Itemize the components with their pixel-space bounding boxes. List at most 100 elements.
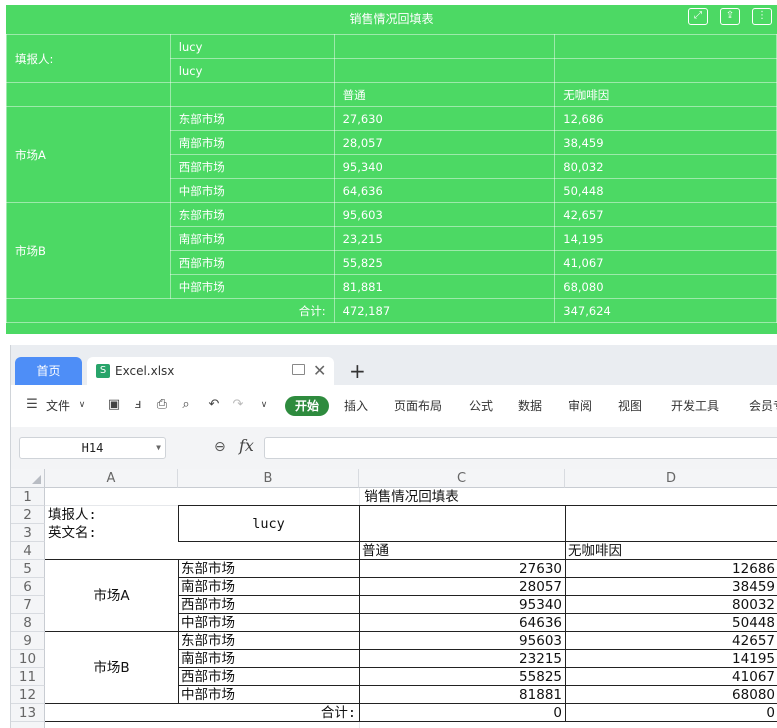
row-header[interactable]: 5: [11, 560, 45, 578]
hamburger-icon[interactable]: ☰: [25, 398, 39, 412]
row-header[interactable]: 12: [11, 686, 45, 704]
cell-market-a[interactable]: 市场A: [45, 587, 178, 605]
menu-file[interactable]: 文件: [46, 385, 70, 427]
row-header[interactable]: 11: [11, 668, 45, 686]
column-header-b[interactable]: B: [178, 469, 359, 488]
more-icon[interactable]: ⋮: [752, 8, 772, 25]
fullscreen-icon[interactable]: ⤢: [688, 8, 708, 25]
cell-c-value[interactable]: 27630: [359, 560, 565, 578]
spreadsheet-grid[interactable]: A B C D 1 2 3 4 5 6 7 8 9 10 11 12 13 销售…: [11, 469, 777, 728]
value-cell[interactable]: 42,657: [554, 202, 777, 227]
new-tab-button[interactable]: +: [349, 358, 366, 384]
menu-insert[interactable]: 插入: [344, 385, 368, 427]
value-cell[interactable]: 38,459: [554, 130, 777, 155]
cell-d-value[interactable]: 14195: [565, 650, 777, 668]
cell-d-value[interactable]: 12686: [565, 560, 777, 578]
cell-d-value[interactable]: 41067: [565, 668, 777, 686]
print-icon[interactable]: ⎙: [155, 398, 169, 412]
chevron-down-icon[interactable]: ▼: [156, 438, 161, 458]
chevron-down-icon[interactable]: ∨: [75, 398, 89, 412]
value-cell[interactable]: 50,448: [554, 178, 777, 203]
zoom-icon[interactable]: ⊖: [214, 439, 226, 455]
format-painter-icon[interactable]: ⅎ: [131, 398, 145, 412]
fx-label[interactable]: fx: [239, 436, 254, 455]
row-header[interactable]: 13: [11, 704, 45, 722]
chevron-down-icon[interactable]: ∨: [257, 398, 271, 412]
print-preview-icon[interactable]: ⌕: [179, 398, 193, 412]
cell-region[interactable]: 西部市场: [178, 668, 359, 686]
cell-region[interactable]: 中部市场: [178, 614, 359, 632]
cell-c4[interactable]: 普通: [359, 542, 565, 560]
value-cell[interactable]: 68,080: [554, 274, 777, 299]
column-header-d[interactable]: D: [565, 469, 777, 488]
save-icon[interactable]: ▣: [107, 398, 121, 412]
popout-icon[interactable]: [292, 364, 305, 375]
cell-a3[interactable]: 英文名:: [45, 524, 178, 542]
cell-region[interactable]: 西部市场: [178, 596, 359, 614]
row-header[interactable]: 9: [11, 632, 45, 650]
sheet-title-cell[interactable]: 销售情况回填表: [45, 488, 777, 506]
cell-region[interactable]: 南部市场: [178, 650, 359, 668]
value-cell[interactable]: 14,195: [554, 226, 777, 251]
value-cell[interactable]: 12,686: [554, 106, 777, 131]
cell-c-value[interactable]: 28057: [359, 578, 565, 596]
reporter-value[interactable]: lucy: [169, 34, 335, 59]
cell-d-value[interactable]: 42657: [565, 632, 777, 650]
row-header[interactable]: 7: [11, 596, 45, 614]
cell-d-value[interactable]: 80032: [565, 596, 777, 614]
value-cell[interactable]: 81,881: [333, 274, 556, 299]
value-cell[interactable]: 23,215: [333, 226, 556, 251]
cell-market-b[interactable]: 市场B: [45, 659, 178, 677]
cell-region[interactable]: 南部市场: [178, 578, 359, 596]
cell-c-value[interactable]: 95340: [359, 596, 565, 614]
close-icon[interactable]: ✕: [313, 359, 326, 383]
value-cell[interactable]: 80,032: [554, 154, 777, 179]
menu-developer[interactable]: 开发工具: [671, 385, 719, 427]
cell-d-value[interactable]: 50448: [565, 614, 777, 632]
value-cell[interactable]: 95,340: [333, 154, 556, 179]
value-cell[interactable]: 41,067: [554, 250, 777, 275]
cell-total-label[interactable]: 合计:: [178, 704, 359, 722]
cell-d4[interactable]: 无咖啡因: [565, 542, 777, 560]
row-header[interactable]: 6: [11, 578, 45, 596]
formula-input[interactable]: [264, 437, 777, 459]
value-cell[interactable]: 55,825: [333, 250, 556, 275]
row-header[interactable]: 4: [11, 542, 45, 560]
row-header[interactable]: 1: [11, 488, 45, 506]
value-cell[interactable]: 64,636: [333, 178, 556, 203]
menu-member[interactable]: 会员专: [749, 385, 777, 427]
value-cell[interactable]: 27,630: [333, 106, 556, 131]
tab-home[interactable]: 首页: [15, 357, 82, 385]
menu-review[interactable]: 审阅: [568, 385, 592, 427]
cell-c-value[interactable]: 64636: [359, 614, 565, 632]
cell-c13[interactable]: 0: [359, 704, 565, 722]
cell-d-value[interactable]: 68080: [565, 686, 777, 704]
name-box[interactable]: H14 ▼: [19, 437, 166, 459]
cell-c-value[interactable]: 81881: [359, 686, 565, 704]
cell-region[interactable]: 中部市场: [178, 686, 359, 704]
reporter-value[interactable]: lucy: [169, 58, 335, 83]
row-header[interactable]: 10: [11, 650, 45, 668]
cell-a2[interactable]: 填报人:: [45, 506, 178, 524]
export-icon[interactable]: ⇪: [720, 8, 740, 25]
column-header-a[interactable]: A: [45, 469, 178, 488]
value-cell[interactable]: 28,057: [333, 130, 556, 155]
cell-region[interactable]: 东部市场: [178, 560, 359, 578]
menu-start[interactable]: 开始: [285, 396, 329, 416]
cell-c-value[interactable]: 23215: [359, 650, 565, 668]
value-cell[interactable]: 95,603: [333, 202, 556, 227]
menu-formula[interactable]: 公式: [469, 385, 493, 427]
cell-c-value[interactable]: 55825: [359, 668, 565, 686]
redo-icon[interactable]: ↷: [231, 398, 245, 412]
tab-file[interactable]: S Excel.xlsx ✕: [87, 357, 334, 385]
row-header[interactable]: 2: [11, 506, 45, 524]
select-all-corner[interactable]: [11, 469, 45, 488]
undo-icon[interactable]: ↶: [207, 398, 221, 412]
cell-d13[interactable]: 0: [565, 704, 777, 722]
cell-b2-merged[interactable]: lucy: [178, 515, 359, 533]
cell-region[interactable]: 东部市场: [178, 632, 359, 650]
menu-page-layout[interactable]: 页面布局: [394, 385, 442, 427]
menu-view[interactable]: 视图: [618, 385, 642, 427]
row-header[interactable]: 3: [11, 524, 45, 542]
row-header[interactable]: 8: [11, 614, 45, 632]
